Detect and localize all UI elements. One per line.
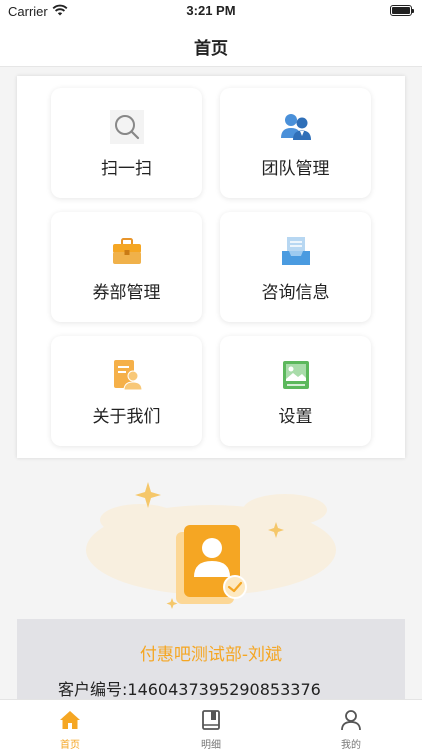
profile-card: 付惠吧测试部-刘斌 客户编号:1460437395290853376 [17,619,405,709]
grid-item-about[interactable]: 关于我们 [51,336,202,446]
grid-item-label: 券部管理 [92,283,161,303]
customer-id: 客户编号:1460437395290853376 [58,680,321,699]
tab-mine[interactable]: 我的 [281,700,421,751]
profile-illustration [86,482,336,609]
settings-image-icon [283,361,309,389]
scan-icon [110,110,144,144]
grid-item-label: 咨询信息 [261,283,330,303]
home-icon [60,711,80,729]
tab-bar: 首页 明细 我的 [0,699,422,751]
team-icon [281,114,311,140]
grid-item-scan[interactable]: 扫一扫 [51,88,202,198]
briefcase-icon [113,238,141,264]
grid-item-coupon[interactable]: 券部管理 [51,212,202,322]
status-bar: Carrier 3:21 PM [0,0,422,22]
inbox-icon [282,237,310,265]
tab-detail[interactable]: 明细 [141,700,281,751]
tab-label: 明细 [201,740,221,751]
grid-item-team[interactable]: 团队管理 [220,88,371,198]
grid-item-label: 关于我们 [92,407,161,427]
navigation-bar: 首页 [0,22,422,67]
battery-icon [390,5,414,16]
account-name: 付惠吧测试部-刘斌 [139,645,283,665]
about-profile-icon [114,360,143,391]
page-title: 首页 [194,39,228,59]
tab-label: 首页 [60,740,80,751]
status-time: 3:21 PM [186,3,236,18]
grid-item-label: 扫一扫 [101,159,152,179]
detail-book-icon [202,710,220,730]
tab-label: 我的 [341,740,361,751]
grid-item-label: 团队管理 [261,159,330,179]
tab-home[interactable]: 首页 [0,700,140,751]
grid-item-consult[interactable]: 咨询信息 [220,212,371,322]
grid-item-settings[interactable]: 设置 [220,336,371,446]
menu-grid: 扫一扫 团队管理 券部管理 咨询信息 关于我们 设置 [17,76,405,458]
grid-item-label: 设置 [278,407,313,427]
user-icon [341,710,361,731]
